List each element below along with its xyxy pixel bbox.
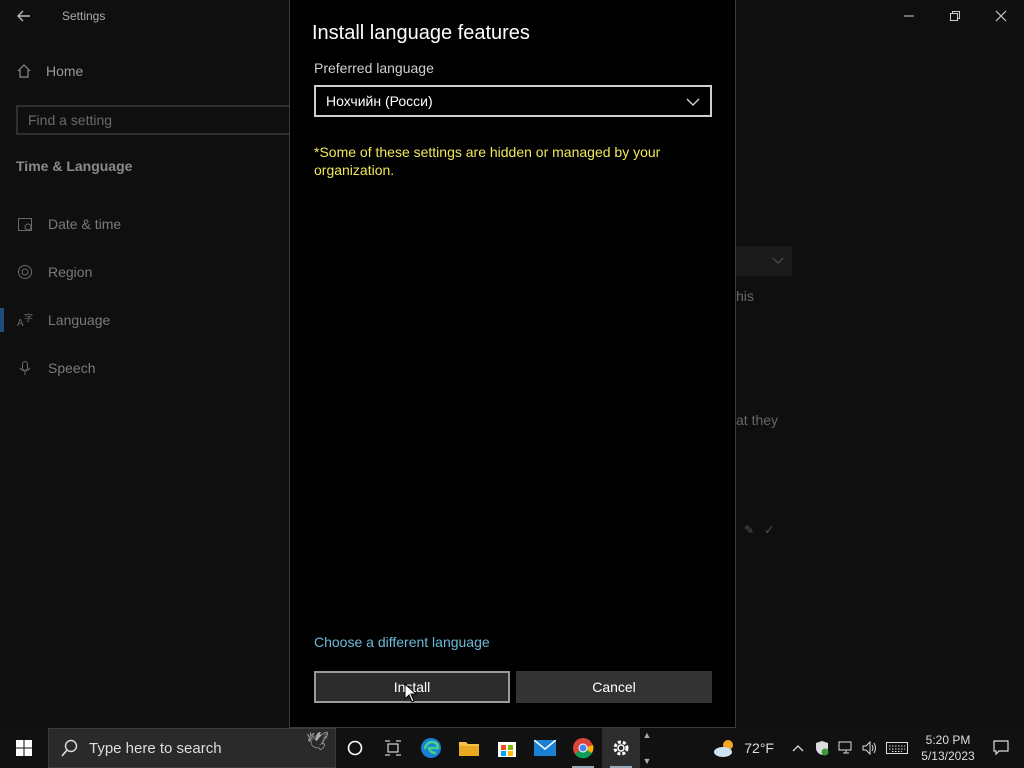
keyboard-icon: [886, 742, 908, 754]
back-button[interactable]: [8, 4, 40, 28]
background-text: his: [736, 288, 754, 304]
system-tray: 72°F 5:20 PM 5/13/2023: [712, 728, 1024, 768]
cortana-icon: [347, 740, 363, 756]
start-button[interactable]: [0, 728, 48, 768]
app-title: Settings: [62, 9, 106, 23]
section-title: Time & Language: [16, 158, 133, 174]
shield-icon: [816, 741, 829, 756]
sidebar-item-language[interactable]: A字 Language: [0, 296, 290, 344]
calendar-icon: [16, 215, 34, 233]
svg-text:字: 字: [24, 312, 33, 323]
minimize-button[interactable]: [886, 0, 932, 32]
home-nav-item[interactable]: Home: [16, 63, 83, 79]
chrome-icon: [573, 738, 594, 759]
settings-button[interactable]: [602, 728, 640, 768]
globe-icon: [16, 263, 34, 281]
taskbar: Type here to search 🕊 ▲ ▼ 72°F 5:20 PM 5…: [0, 728, 1024, 768]
close-button[interactable]: [978, 0, 1024, 32]
dialog-title: Install language features: [312, 22, 530, 44]
weather-widget[interactable]: 72°F: [712, 738, 774, 758]
search-highlight-icon: 🕊: [306, 731, 329, 751]
network-tray-button[interactable]: [834, 728, 858, 768]
mouse-cursor-icon: [404, 683, 418, 703]
gear-icon: [613, 740, 629, 756]
preferred-language-label: Preferred language: [314, 60, 434, 76]
microphone-icon: [16, 359, 34, 377]
find-setting-input[interactable]: Find a setting: [16, 105, 306, 135]
keyboard-tray-button[interactable]: [882, 728, 912, 768]
mail-icon: [534, 740, 556, 756]
speaker-icon: [862, 741, 876, 755]
chevron-down-icon: [686, 94, 700, 110]
notification-icon: [993, 740, 1009, 756]
mail-button[interactable]: [526, 728, 564, 768]
choose-different-language-link[interactable]: Choose a different language: [314, 634, 490, 650]
install-language-dialog: Install language features Preferred lang…: [289, 0, 736, 728]
clock[interactable]: 5:20 PM 5/13/2023: [918, 732, 978, 764]
spellcheck-icon: ✓: [764, 523, 775, 537]
edge-icon: [421, 738, 441, 758]
cancel-button[interactable]: Cancel: [516, 671, 712, 703]
task-view-icon: [385, 740, 401, 756]
task-view-button[interactable]: [374, 728, 412, 768]
chevron-up-icon: ▲: [642, 730, 652, 740]
home-label: Home: [46, 63, 84, 79]
clock-time: 5:20 PM: [925, 733, 971, 747]
chevron-down-icon: [772, 257, 784, 264]
sidebar-item-date-time[interactable]: Date & time: [0, 200, 290, 248]
svg-text:A: A: [17, 318, 24, 328]
sidebar-item-label: Region: [48, 264, 93, 280]
sidebar-item-region[interactable]: Region: [0, 248, 290, 296]
sidebar: Home Find a setting Time & Language Date…: [0, 32, 306, 728]
language-icon: A字: [16, 311, 34, 329]
security-tray-button[interactable]: [810, 728, 834, 768]
taskbar-scroll[interactable]: ▲ ▼: [640, 728, 654, 768]
folder-icon: [459, 742, 479, 756]
background-text: at they: [736, 412, 779, 428]
window-controls: [886, 0, 1024, 32]
sidebar-item-speech[interactable]: Speech: [0, 344, 290, 392]
edit-icon: ✎: [744, 523, 755, 537]
sidebar-item-label: Language: [48, 312, 111, 328]
chrome-button[interactable]: [564, 728, 602, 768]
chevron-down-icon: ▼: [642, 756, 652, 766]
show-hidden-icons-button[interactable]: [786, 728, 810, 768]
back-arrow-icon: [17, 10, 30, 22]
close-icon: [995, 10, 1007, 22]
search-icon: [61, 739, 78, 757]
taskbar-search-box[interactable]: Type here to search 🕊: [48, 728, 336, 768]
home-icon: [17, 64, 31, 78]
temperature: 72°F: [744, 740, 774, 756]
preferred-language-dropdown[interactable]: Нохчийн (Росси): [314, 85, 712, 117]
volume-tray-button[interactable]: [858, 728, 882, 768]
sidebar-item-label: Date & time: [48, 216, 122, 232]
windows-logo-icon: [16, 740, 32, 756]
restore-button[interactable]: [932, 0, 978, 32]
background-icons: ✎ ✓: [744, 523, 774, 537]
managed-settings-notice: *Some of these settings are hidden or ma…: [314, 144, 661, 178]
search-placeholder: Type here to search: [89, 739, 222, 757]
network-icon: [838, 741, 852, 754]
edge-button[interactable]: [412, 728, 450, 768]
minimize-icon: [904, 15, 914, 17]
selected-language: Нохчийн (Росси): [326, 93, 433, 109]
file-explorer-button[interactable]: [450, 728, 488, 768]
restore-icon: [950, 11, 960, 21]
action-center-button[interactable]: [978, 728, 1024, 768]
store-icon: [498, 742, 516, 757]
nav-list: Date & time Region A字 Language Speech: [0, 200, 290, 392]
partly-cloudy-icon: [714, 740, 734, 757]
chevron-up-icon: [792, 745, 804, 752]
store-button[interactable]: [488, 728, 526, 768]
sidebar-item-label: Speech: [48, 360, 96, 376]
clock-date: 5/13/2023: [921, 749, 975, 763]
background-dropdown: [736, 246, 792, 276]
cortana-button[interactable]: [336, 728, 374, 768]
